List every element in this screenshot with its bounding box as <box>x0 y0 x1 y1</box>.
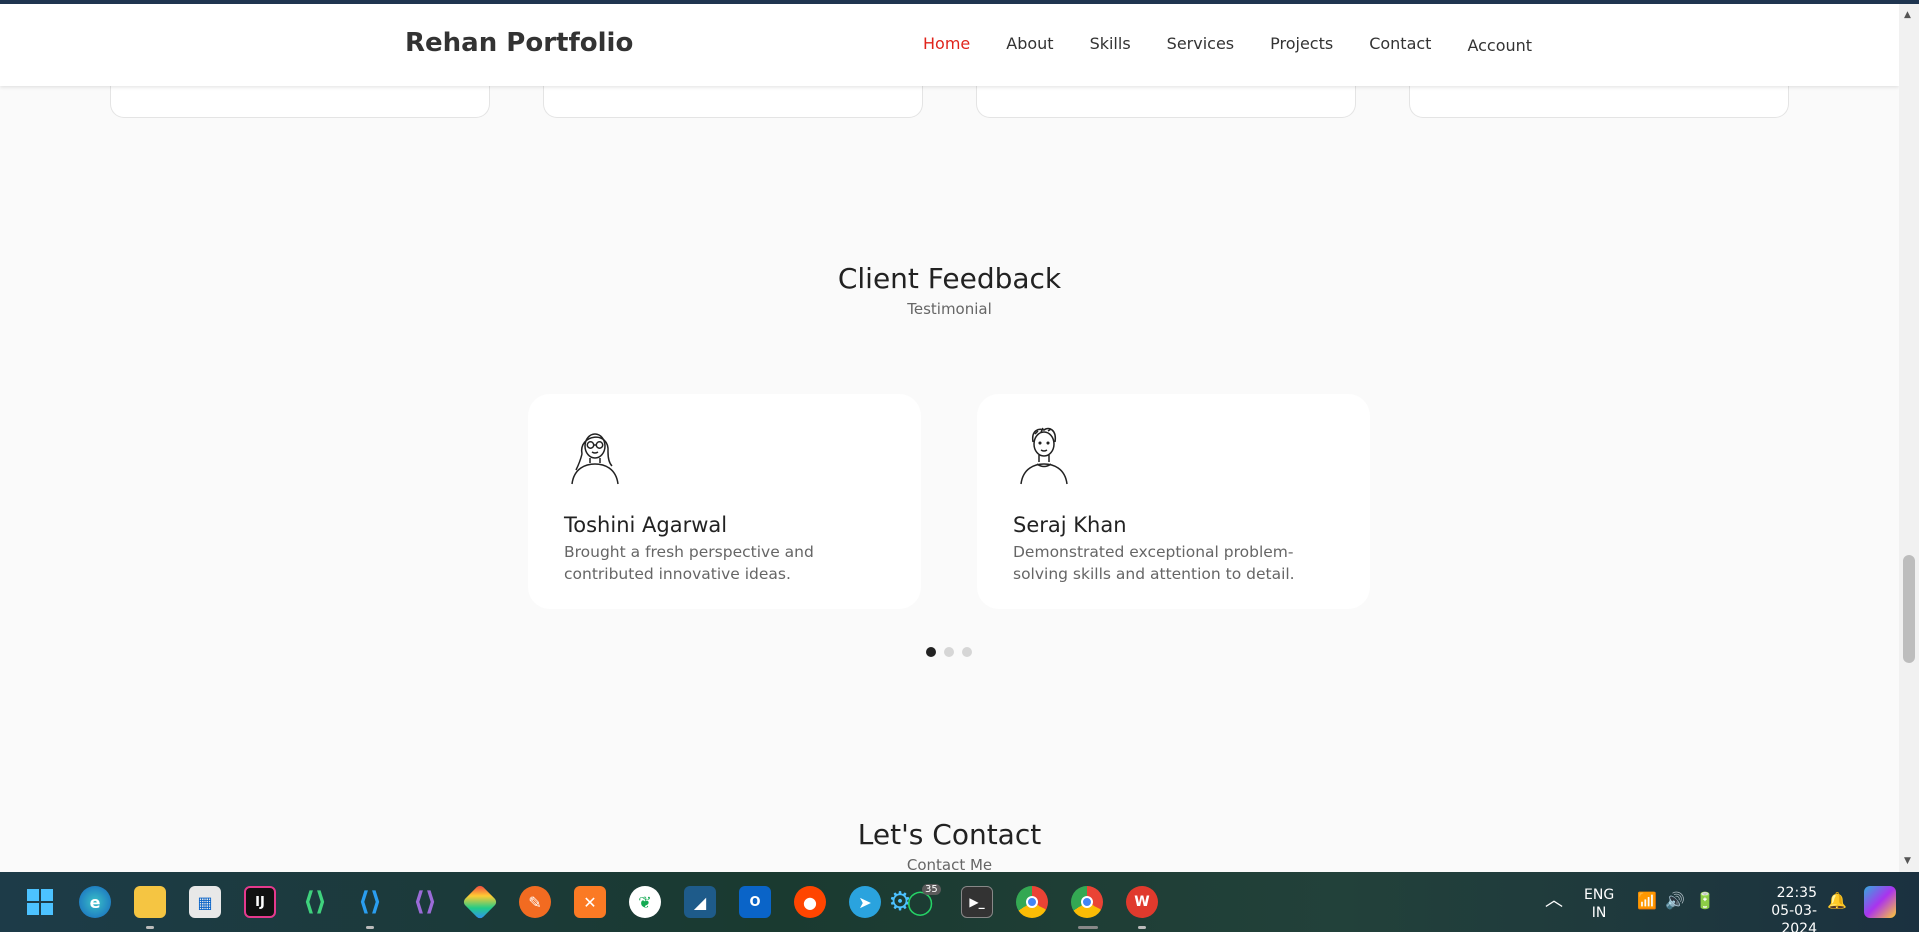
chevron-up-icon[interactable]: ︿ <box>1545 892 1563 910</box>
carousel-pagination <box>926 647 972 657</box>
nav-services[interactable]: Services <box>1167 34 1234 55</box>
testimonial-section-title: Client Feedback <box>837 262 1062 295</box>
xampp-icon[interactable]: ✕ <box>574 886 606 918</box>
chrome-icon[interactable] <box>1016 886 1048 918</box>
carousel-dot[interactable] <box>962 647 972 657</box>
nav-account[interactable]: Account <box>1467 36 1532 55</box>
intellij-icon[interactable]: IJ <box>244 886 276 918</box>
site-header: Rehan Portfolio Home About Skills Servic… <box>0 4 1899 86</box>
postman-icon[interactable]: ✎ <box>519 886 551 918</box>
windows-taskbar: e ▦ IJ ⟨⟩ ⟨⟩ ⟨⟩ ✎ ✕ ❦ ◢ O ● ➤ ⚙ ◯ 35 ▶_ … <box>0 872 1919 932</box>
nav-skills[interactable]: Skills <box>1090 34 1131 55</box>
testimonial-section-subtitle: Testimonial <box>907 300 992 318</box>
carousel-dot[interactable] <box>926 647 936 657</box>
contact-section-title: Let's Contact <box>857 818 1042 851</box>
edge-icon[interactable]: e <box>79 886 111 918</box>
mysql-workbench-icon[interactable]: ◢ <box>684 886 716 918</box>
contact-section-subtitle: Contact Me <box>906 856 993 872</box>
running-indicator <box>1078 926 1098 929</box>
testimonial-text: Brought a fresh perspective and contribu… <box>564 543 814 583</box>
language-indicator[interactable]: ENG IN <box>1584 886 1614 922</box>
clock[interactable]: 22:35 05-03-2024 <box>1737 884 1817 932</box>
testimonial-name: Toshini Agarwal <box>564 513 728 537</box>
telegram-icon[interactable]: ➤ <box>849 886 881 918</box>
git-tool-icon[interactable] <box>461 883 499 921</box>
testimonial-text: Demonstrated exceptional problem-solving… <box>1013 543 1295 583</box>
wps-office-icon[interactable]: W <box>1126 886 1158 918</box>
file-explorer-icon[interactable] <box>134 886 166 918</box>
date-label: 05-03-2024 <box>1771 903 1817 932</box>
nav-contact[interactable]: Contact <box>1369 34 1431 55</box>
wifi-icon[interactable]: 📶 <box>1637 892 1657 910</box>
nav-projects[interactable]: Projects <box>1270 34 1333 55</box>
windows-start-icon[interactable] <box>24 886 56 918</box>
chrome-profile-icon[interactable] <box>1071 886 1103 918</box>
mongodb-icon[interactable]: ❦ <box>629 886 661 918</box>
scrollbar-thumb[interactable] <box>1903 555 1915 663</box>
running-indicator <box>1138 926 1146 929</box>
microsoft-store-icon[interactable]: ▦ <box>189 886 221 918</box>
outlook-icon[interactable]: O <box>739 886 771 918</box>
scroll-down-arrow-icon[interactable]: ▼ <box>1904 856 1911 866</box>
battery-icon[interactable]: 🔋 <box>1695 892 1715 910</box>
testimonial-card: Seraj Khan Demonstrated exceptional prob… <box>977 394 1370 609</box>
reddit-icon[interactable]: ● <box>794 886 826 918</box>
terminal-icon[interactable]: ▶_ <box>961 886 993 918</box>
language-label: ENG <box>1584 887 1615 903</box>
main-nav: Home About Skills Services Projects Cont… <box>923 34 1532 55</box>
volume-icon[interactable]: 🔊 <box>1665 892 1685 910</box>
running-indicator <box>366 926 374 929</box>
testimonial-name: Seraj Khan <box>1013 513 1127 537</box>
nav-home[interactable]: Home <box>923 34 970 55</box>
male-avatar-icon <box>1020 427 1068 485</box>
visual-studio-code-icon[interactable]: ⟨⟩ <box>354 886 386 918</box>
browser-top-border <box>0 0 1919 4</box>
notification-badge: 35 <box>922 884 941 895</box>
site-logo[interactable]: Rehan Portfolio <box>405 28 633 58</box>
scroll-up-arrow-icon[interactable]: ▲ <box>1904 10 1911 20</box>
time-label: 22:35 <box>1776 885 1817 901</box>
running-indicator <box>146 926 154 929</box>
page-viewport: Demo → Rehan Portfolio Home About Skills… <box>0 0 1899 872</box>
testimonial-card: Toshini Agarwal Brought a fresh perspect… <box>528 394 921 609</box>
visual-studio-code-icon[interactable]: ⟨⟩ <box>299 886 331 918</box>
region-label: IN <box>1591 905 1607 921</box>
nav-about[interactable]: About <box>1006 34 1053 55</box>
notification-bell-icon[interactable]: 🔔 <box>1827 892 1847 910</box>
carousel-dot[interactable] <box>944 647 954 657</box>
female-avatar-icon <box>571 433 619 485</box>
vertical-scrollbar[interactable]: ▲ ▼ <box>1899 4 1919 872</box>
visual-studio-icon[interactable]: ⟨⟩ <box>409 886 441 918</box>
copilot-icon[interactable] <box>1864 886 1896 918</box>
